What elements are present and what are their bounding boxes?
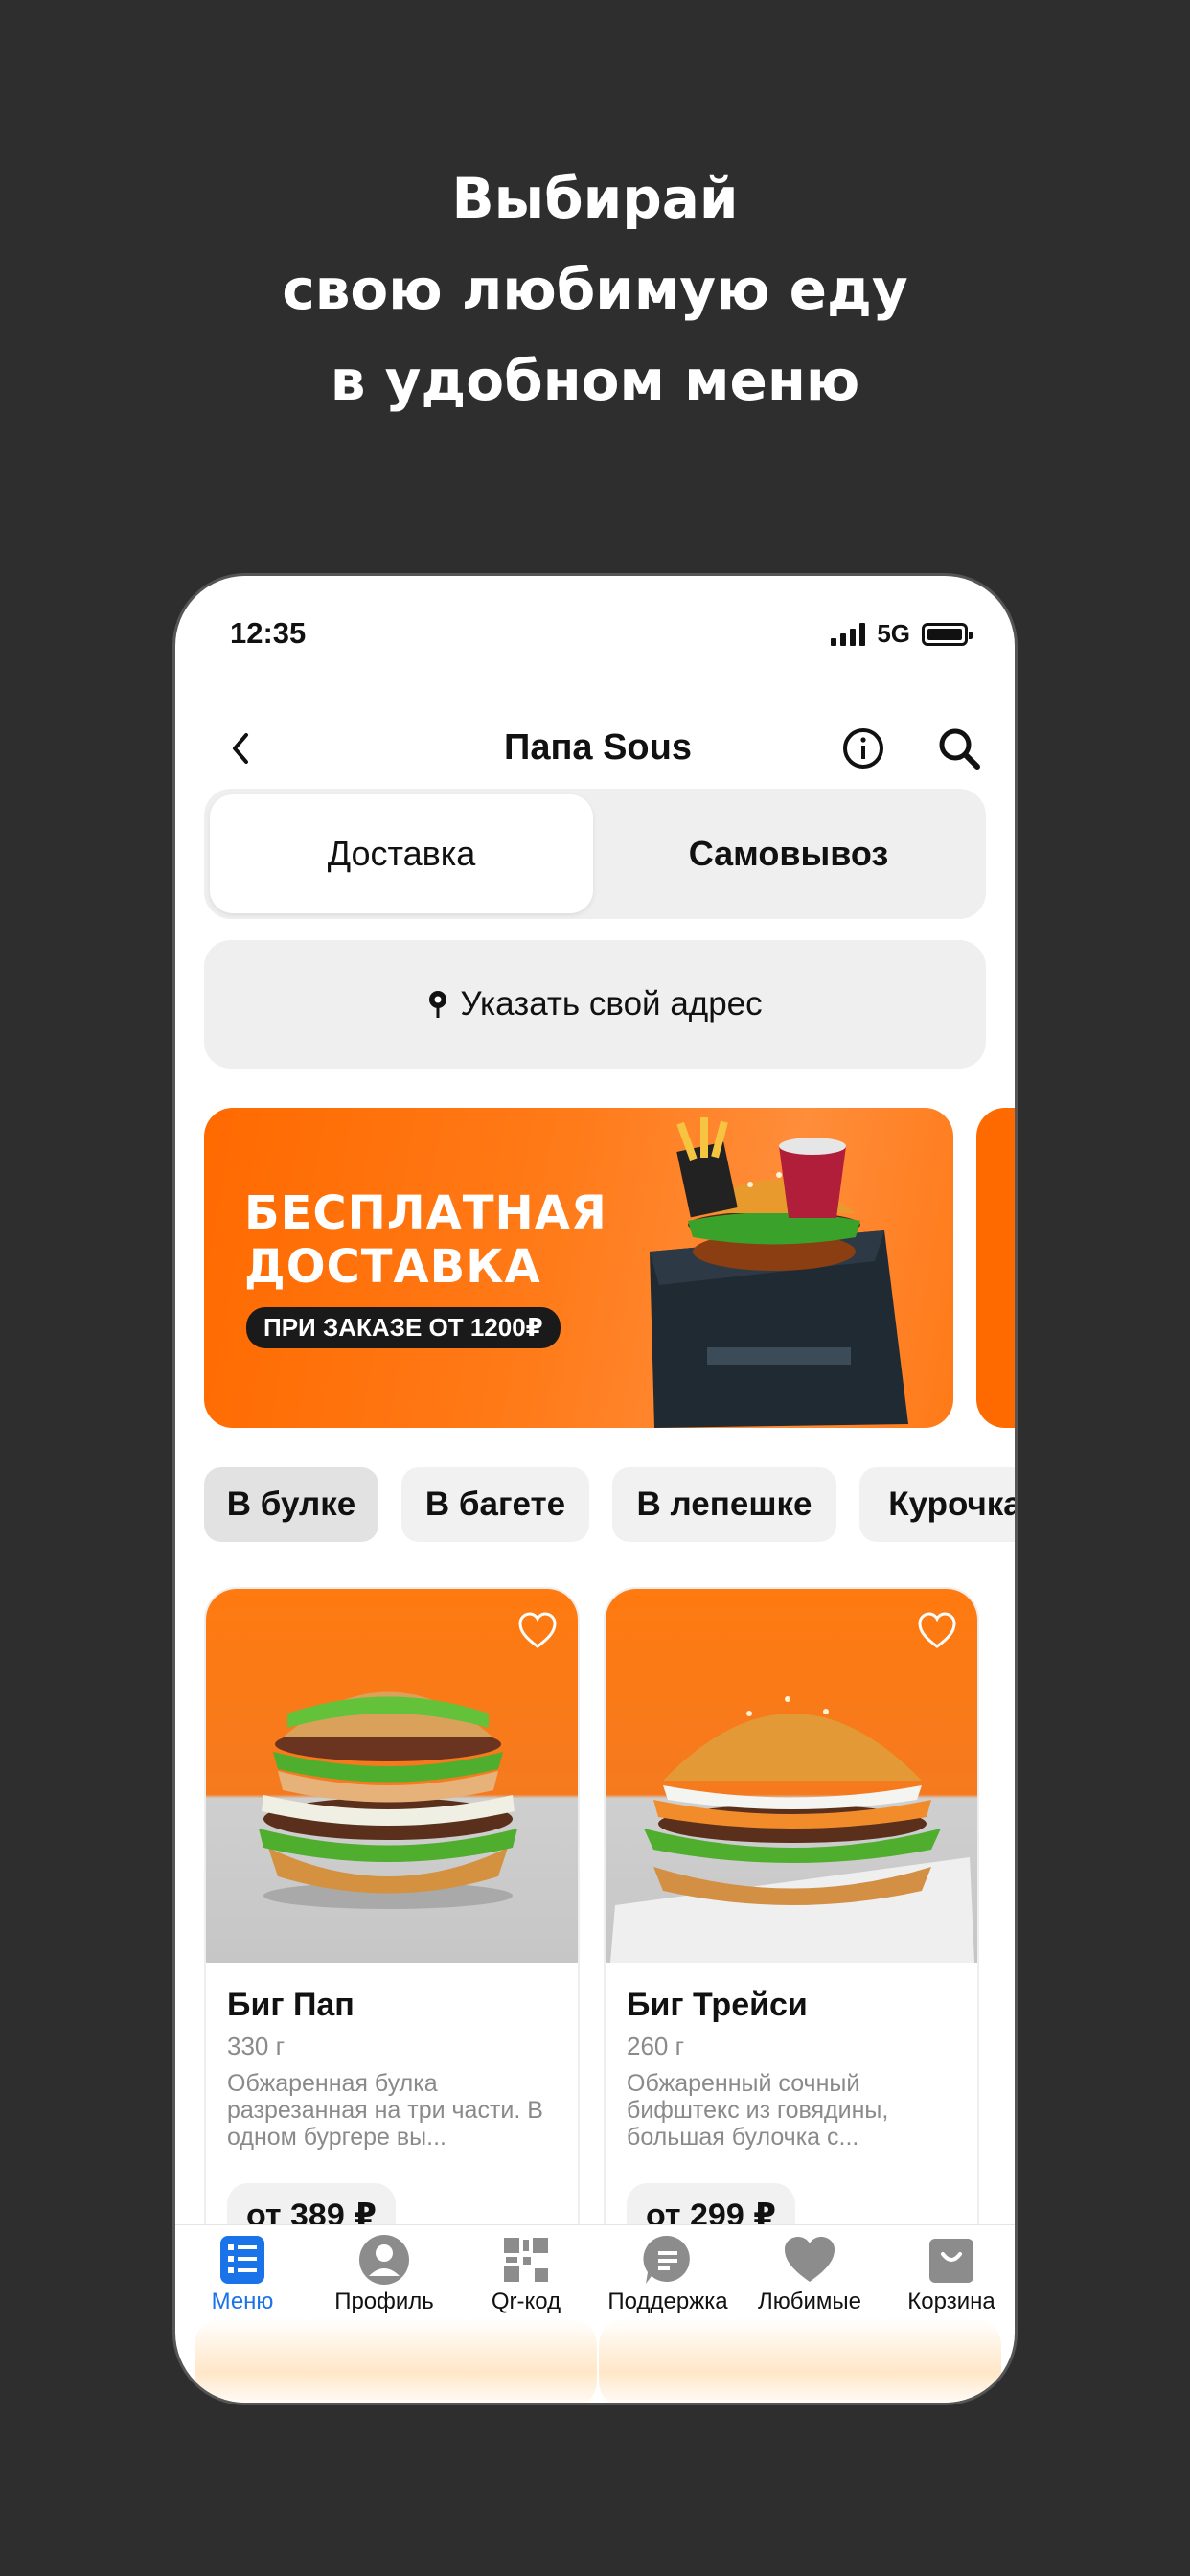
product-card[interactable]: Биг Пап 330 г Обжаренная булка разрезанн… (204, 1587, 580, 2258)
nav-bar: Папа Sous (175, 701, 1015, 796)
address-label: Указать свой адрес (460, 985, 763, 1023)
banner-title-line: БЕСПЛАТНАЯ (244, 1186, 607, 1240)
product-description: Обжаренная булка разрезанная на три част… (227, 2070, 543, 2150)
scroll-peek-card (195, 2318, 597, 2403)
promo-headline: Выбирай свою любимую еду в удобном меню (0, 153, 1190, 426)
banner-title-line: ДОСТАВКА (244, 1240, 541, 1294)
tab-qr-code[interactable]: Qr-код (459, 2235, 593, 2315)
product-name: Биг Трейси (627, 1987, 808, 2023)
tab-favorites[interactable]: Любимые (743, 2235, 877, 2315)
profile-icon (359, 2235, 409, 2285)
bottom-tab-bar: Меню Профиль Qr-код Поддержка Любимые Ко… (175, 2224, 1015, 2317)
heart-icon (785, 2237, 835, 2282)
network-label: 5G (877, 619, 910, 648)
location-pin-icon (429, 991, 447, 1018)
tab-support[interactable]: Поддержка (601, 2235, 735, 2315)
category-chip[interactable]: В лепешке (612, 1467, 836, 1542)
tab-label: Профиль (334, 2288, 434, 2314)
search-button[interactable] (932, 722, 986, 775)
tab-label: Корзина (907, 2288, 995, 2314)
product-card[interactable]: Биг Трейси 260 г Обжаренный сочный бифшт… (604, 1587, 979, 2258)
qr-code-icon (504, 2238, 548, 2282)
tab-menu[interactable]: Меню (175, 2235, 309, 2315)
signal-icon (831, 622, 866, 646)
tab-label: Любимые (758, 2288, 861, 2314)
search-icon (939, 728, 980, 770)
product-weight: 260 г (627, 2032, 685, 2060)
product-weight: 330 г (227, 2032, 286, 2060)
product-name: Биг Пап (227, 1987, 355, 2023)
delivery-mode-toggle: Доставка Самовывоз (204, 789, 986, 919)
tab-label: Qr-код (491, 2288, 561, 2314)
banner-title: БЕСПЛАТНАЯ ДОСТАВКА (244, 1186, 607, 1294)
promo-banner-next[interactable] (976, 1108, 1015, 1428)
address-button[interactable]: Указать свой адрес (204, 940, 986, 1069)
category-chips: В булке В багете В лепешке Курочка (204, 1467, 1015, 1544)
menu-icon (220, 2236, 264, 2284)
tab-label: Поддержка (607, 2288, 728, 2314)
status-bar: 12:35 5G (175, 576, 1015, 691)
category-chip[interactable]: Курочка (859, 1467, 1015, 1542)
favorite-heart-icon[interactable] (516, 1610, 559, 1652)
support-chat-icon (643, 2235, 690, 2284)
headline-line: свою любимую еду (282, 257, 908, 322)
shopping-bag-icon (929, 2239, 973, 2283)
tab-cart[interactable]: Корзина (884, 2235, 1015, 2315)
info-button[interactable] (836, 722, 890, 775)
tab-delivery[interactable]: Доставка (210, 794, 593, 913)
banner-subtitle: ПРИ ЗАКАЗЕ ОТ 1200₽ (246, 1307, 561, 1348)
burger-delivery-bag-image (650, 1117, 908, 1428)
category-chip[interactable]: В булке (204, 1467, 378, 1542)
product-description: Обжаренный сочный бифштекс из говядины, … (627, 2070, 889, 2150)
page-title: Папа Sous (504, 727, 692, 768)
tab-pickup[interactable]: Самовывоз (597, 794, 980, 913)
tab-label: Меню (211, 2288, 274, 2314)
category-chip[interactable]: В багете (401, 1467, 589, 1542)
tab-profile[interactable]: Профиль (317, 2235, 451, 2315)
battery-icon (922, 622, 973, 646)
headline-line: в удобном меню (330, 348, 860, 413)
status-time: 12:35 (230, 616, 307, 650)
promo-banner[interactable]: БЕСПЛАТНАЯ ДОСТАВКА ПРИ ЗАКАЗЕ ОТ 1200₽ (204, 1108, 953, 1428)
scroll-peek-card (599, 2318, 1001, 2403)
phone-frame: 12:35 5G Папа Sous Доставка Самовывоз Ук… (172, 573, 1018, 2405)
favorite-heart-icon[interactable] (916, 1610, 958, 1652)
headline-line: Выбирай (451, 166, 739, 231)
info-icon (843, 728, 883, 769)
